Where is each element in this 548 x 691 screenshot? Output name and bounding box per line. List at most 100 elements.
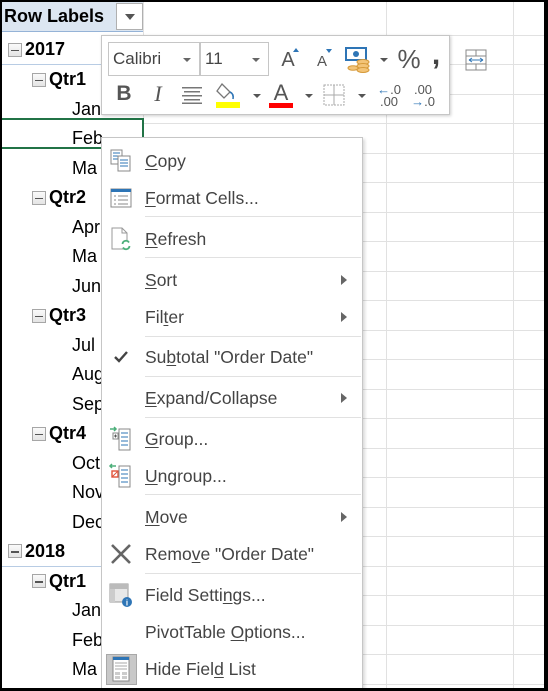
label-part: List (223, 659, 256, 679)
collapse-minus-icon[interactable] (32, 72, 46, 87)
pivot-row-label: Jan (72, 600, 102, 621)
group-icon (108, 426, 134, 452)
pivot-row-label: Jun (72, 275, 102, 296)
access-key: R (145, 229, 158, 249)
chevron-down-icon (252, 58, 260, 62)
menu-item-group[interactable]: Group... (102, 421, 362, 458)
fill-color-dropdown-arrow[interactable] (253, 94, 261, 98)
collapse-minus-icon[interactable] (8, 544, 22, 559)
menu-item-label: Format Cells... (145, 188, 259, 209)
caret-down-icon (326, 49, 332, 53)
label-part: efresh (157, 229, 207, 249)
menu-item-ungroup[interactable]: Ungroup... (102, 458, 362, 495)
access-key: E (145, 388, 157, 408)
increase-font-size-button[interactable]: A (276, 46, 300, 74)
field-list-icon (108, 656, 134, 682)
accounting-format-button[interactable] (343, 44, 375, 74)
spreadsheet-grid[interactable]: Row Labels 2017 Qtr1 Jan Feb Ma Qtr2 Apr Ma Jun Q… (2, 2, 544, 688)
pivot-row-label: Feb (72, 629, 104, 650)
menu-item-hide-field-list[interactable]: Hide Field List (102, 651, 362, 688)
checkmark-icon (108, 344, 134, 370)
menu-item-format-cells[interactable]: Format Cells... (102, 180, 362, 217)
collapse-minus-icon[interactable] (32, 574, 46, 589)
menu-item-pivottable-options[interactable]: PivotTable Options... (102, 614, 362, 651)
submenu-arrow-icon (341, 393, 347, 403)
pivot-row-label: Sep (72, 393, 105, 414)
accounting-dropdown-arrow[interactable] (380, 58, 388, 62)
access-key: n (222, 585, 233, 605)
borders-button[interactable] (322, 83, 346, 107)
italic-button[interactable]: I (146, 80, 170, 108)
decrease-font-icon: A (316, 52, 327, 70)
font-color-icon: A (269, 80, 293, 108)
percent-style-button[interactable]: % (395, 44, 423, 74)
label-part: ptions... (244, 622, 306, 642)
collapse-minus-icon[interactable] (32, 190, 46, 205)
pivot-row-label: 2018 (25, 540, 66, 561)
pivot-row-label: Ma (72, 659, 98, 680)
pivot-row-label: Qtr2 (49, 187, 87, 208)
menu-item-label: PivotTable Options... (145, 622, 306, 643)
access-key: G (145, 429, 159, 449)
svg-text:i: i (126, 599, 128, 608)
menu-item-copy[interactable]: Copy (102, 143, 362, 180)
pivot-row-label: Qtr1 (49, 69, 87, 90)
access-key: O (230, 622, 245, 642)
menu-item-label: Refresh (145, 229, 206, 250)
collapse-minus-icon[interactable] (32, 308, 46, 323)
font-name-dropdown[interactable]: Calibri (108, 42, 200, 76)
menu-item-label: Sort (145, 270, 177, 291)
borders-dropdown-arrow[interactable] (358, 94, 366, 98)
pivot-row-label: Jul (72, 334, 96, 355)
submenu-arrow-icon (341, 512, 347, 522)
pivot-row-label: Qtr3 (49, 305, 87, 326)
comma-style-button[interactable]: , (428, 38, 444, 71)
pivot-row-label: Qtr1 (49, 570, 87, 591)
label-part: er (168, 307, 184, 327)
label-part: Field Setti (145, 585, 223, 605)
menu-item-expand-collapse[interactable]: Expand/Collapse (102, 380, 362, 417)
collapse-minus-icon[interactable] (32, 426, 46, 441)
menu-item-sort[interactable]: Sort (102, 262, 362, 299)
access-key: d (214, 659, 224, 679)
menu-item-field-settings[interactable]: i Field Settings... (102, 577, 362, 614)
label-part: e "Order Date" (200, 544, 315, 564)
menu-item-subtotal[interactable]: Subtotal "Order Date" (102, 339, 362, 376)
increase-decimal-button[interactable]: ← .0 .00 (374, 82, 404, 110)
gridline (513, 2, 514, 688)
row-labels-filter-button[interactable] (116, 3, 143, 30)
menu-item-move[interactable]: Move (102, 499, 362, 536)
pivot-row-label: Dec (72, 511, 105, 532)
center-align-button[interactable] (180, 84, 204, 106)
collapse-minus-icon[interactable] (8, 42, 22, 57)
menu-item-filter[interactable]: Filter (102, 299, 362, 336)
label-part: PivotTable (145, 622, 231, 642)
label-part: ormat Cells... (155, 188, 259, 208)
chevron-down-icon (183, 58, 191, 62)
pivot-row-label: Qtr4 (49, 423, 87, 444)
decrease-decimal-button[interactable]: .00 → .0 (408, 82, 438, 110)
access-key: U (145, 466, 158, 486)
access-key: F (145, 188, 156, 208)
bold-button[interactable]: B (112, 80, 136, 108)
ungroup-icon (108, 463, 134, 489)
font-color-button[interactable]: A (268, 80, 294, 110)
format-cells-icon (108, 185, 134, 211)
context-menu: Copy Format Cells... Refresh Sort Filter Subt… (101, 137, 363, 688)
pivot-row-label: Nov (72, 482, 105, 503)
refresh-icon (108, 226, 134, 252)
menu-item-label: Remove "Order Date" (145, 544, 314, 565)
pivot-row-label: Oct (72, 452, 101, 473)
fill-color-button[interactable] (214, 80, 242, 110)
menu-separator (145, 417, 361, 418)
font-size-dropdown[interactable]: 11 (200, 42, 269, 76)
comma-icon: , (431, 38, 441, 71)
label-part: roup... (158, 429, 209, 449)
menu-item-remove[interactable]: Remove "Order Date" (102, 536, 362, 573)
arrow-right-icon: → (411, 94, 425, 109)
font-color-dropdown-arrow[interactable] (305, 94, 313, 98)
decrease-font-size-button[interactable]: A (310, 48, 334, 74)
menu-item-refresh[interactable]: Refresh (102, 221, 362, 258)
dec-decimal-bottom: .0 (424, 94, 435, 109)
menu-separator (145, 376, 361, 377)
